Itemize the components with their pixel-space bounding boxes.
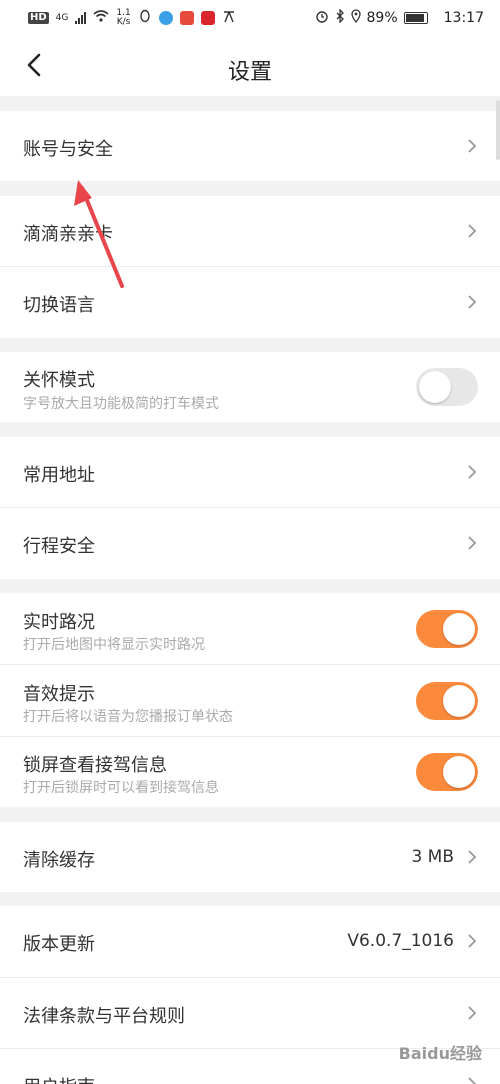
- wifi-icon: [93, 10, 109, 26]
- chevron-right-icon: [468, 295, 477, 309]
- network-type: 4G: [55, 12, 69, 23]
- lock-screen-row: 锁屏查看接驾信息 打开后锁屏时可以看到接驾信息: [0, 737, 500, 807]
- trip-safety-row[interactable]: 行程安全: [0, 508, 500, 579]
- bluetooth-icon: [335, 8, 345, 27]
- battery-percent: 89%: [366, 10, 398, 26]
- row-subtitle: 字号放大且功能极简的打车模式: [23, 396, 219, 412]
- care-mode-toggle[interactable]: [416, 368, 478, 406]
- toggle-knob: [443, 685, 475, 717]
- tmall-icon: [200, 11, 215, 25]
- row-label: 切换语言: [23, 295, 95, 316]
- row-label: 版本更新: [23, 934, 95, 955]
- clock: 13:17: [443, 10, 484, 26]
- chevron-right-icon: [468, 139, 477, 153]
- row-subtitle: 打开后锁屏时可以看到接驾信息: [23, 780, 219, 796]
- row-label: 滴滴亲亲卡: [23, 224, 113, 245]
- baidu-watermark: Baidu经验: [398, 1044, 482, 1063]
- chevron-right-icon: [468, 1077, 477, 1084]
- qq-icon: [138, 9, 152, 27]
- row-label: 法律条款与平台规则: [23, 1006, 185, 1027]
- net-speed-unit: K/s: [116, 17, 131, 27]
- row-label: 行程安全: [23, 536, 95, 557]
- clear-cache-row[interactable]: 清除缓存 3 MB: [0, 822, 500, 892]
- app-icon-red: [179, 11, 194, 25]
- chevron-right-icon: [468, 224, 477, 238]
- row-label: 账号与安全: [23, 139, 113, 160]
- version-update-row[interactable]: 版本更新 V6.0.7_1016: [0, 906, 500, 977]
- cache-size: 3 MB: [411, 847, 454, 867]
- title-bar: 设置: [0, 36, 500, 96]
- care-mode-row: 关怀模式 字号放大且功能极简的打车模式: [0, 352, 500, 422]
- row-label: 实时路况: [23, 612, 95, 633]
- chevron-right-icon: [468, 465, 477, 479]
- switch-language-row[interactable]: 切换语言: [0, 267, 500, 338]
- row-label: 音效提示: [23, 684, 95, 705]
- row-subtitle: 打开后将以语音为您播报订单状态: [23, 709, 233, 725]
- net-speed: 1.1 K/s: [116, 9, 130, 27]
- account-security-row[interactable]: 账号与安全: [0, 111, 500, 181]
- toggle-knob: [443, 756, 475, 788]
- row-label: 常用地址: [23, 465, 95, 486]
- chevron-right-icon: [468, 1006, 477, 1020]
- version-number: V6.0.7_1016: [347, 931, 454, 951]
- sound-prompt-toggle[interactable]: [416, 682, 478, 720]
- realtime-traffic-toggle[interactable]: [416, 610, 478, 648]
- toggle-knob: [419, 371, 451, 403]
- realtime-traffic-row: 实时路况 打开后地图中将显示实时路况: [0, 593, 500, 664]
- family-card-row[interactable]: 滴滴亲亲卡: [0, 196, 500, 266]
- row-label: 锁屏查看接驾信息: [23, 755, 167, 776]
- lock-screen-toggle[interactable]: [416, 753, 478, 791]
- signal-icon: [75, 12, 87, 24]
- chevron-right-icon: [468, 536, 477, 550]
- chevron-right-icon: [468, 934, 477, 948]
- chevron-right-icon: [468, 850, 477, 864]
- scrollbar[interactable]: [496, 100, 500, 160]
- row-label: 用户指南: [23, 1073, 95, 1084]
- row-subtitle: 打开后地图中将显示实时路况: [23, 637, 205, 653]
- legal-terms-row[interactable]: 法律条款与平台规则: [0, 978, 500, 1048]
- location-icon: [350, 9, 361, 27]
- toggle-knob: [443, 613, 475, 645]
- page-title: 设置: [227, 60, 272, 85]
- battery-icon: [403, 12, 428, 24]
- row-label: 清除缓存: [23, 850, 95, 871]
- status-bar: HD 4G 1.1 K/s 89% 13:17: [0, 0, 500, 36]
- app-icon-blue: [158, 11, 173, 25]
- hd-indicator: HD: [28, 12, 49, 24]
- alarm-icon: [315, 9, 329, 27]
- sound-prompt-row: 音效提示 打开后将以语音为您播报订单状态: [0, 665, 500, 736]
- common-address-row[interactable]: 常用地址: [0, 437, 500, 507]
- row-label: 关怀模式: [23, 370, 95, 391]
- person-icon: [222, 9, 236, 27]
